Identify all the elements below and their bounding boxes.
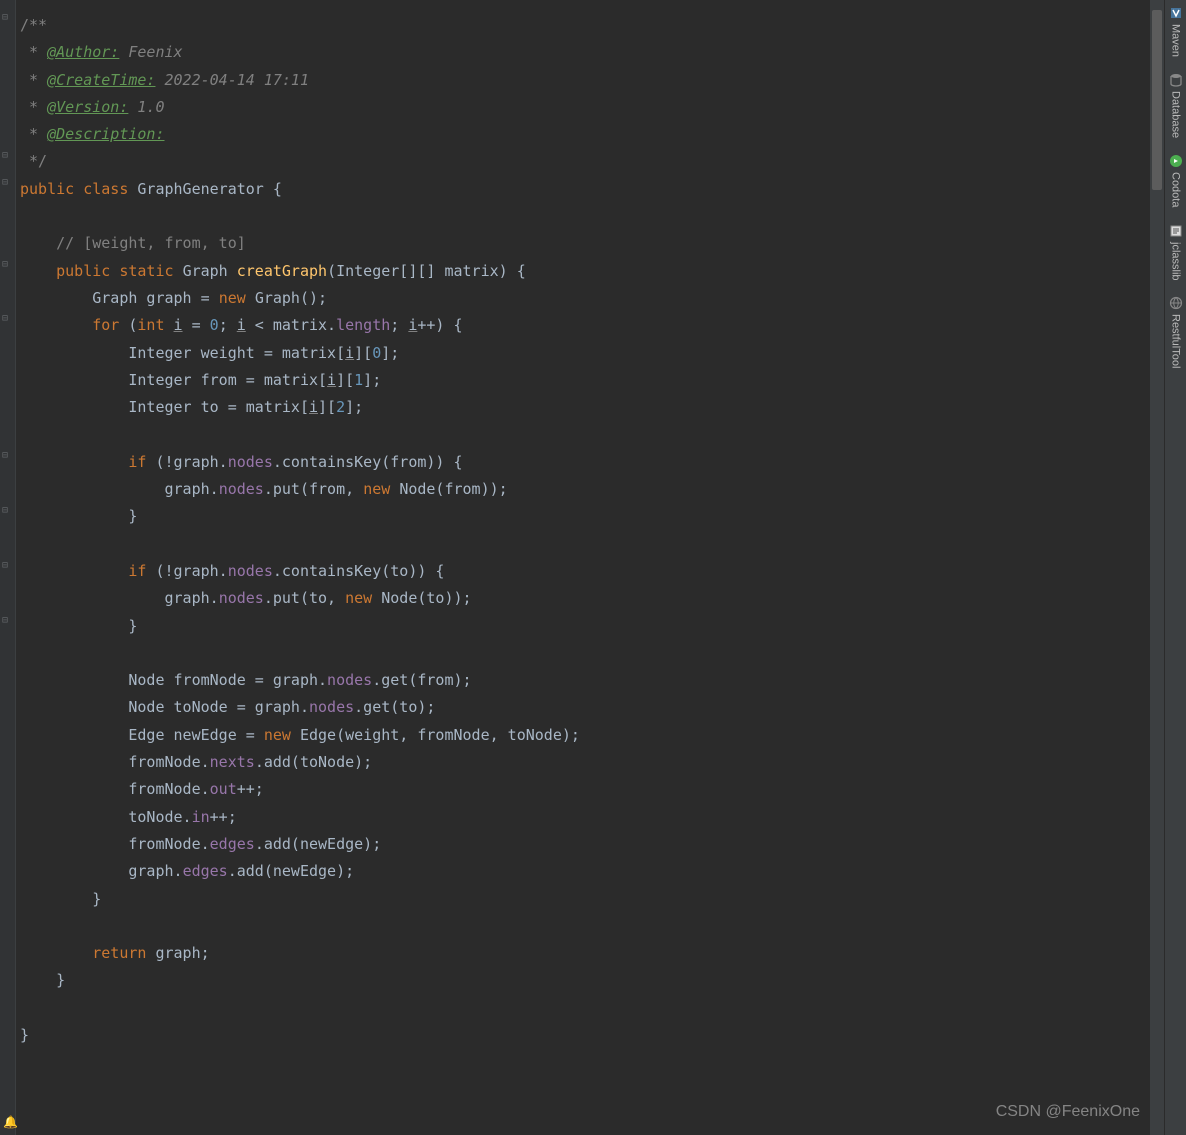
tool-jclasslib[interactable]: jclasslib bbox=[1169, 224, 1183, 281]
fold-mark-icon[interactable]: ⊟ bbox=[2, 505, 12, 513]
javadoc-createtime-tag: @CreateTime: bbox=[47, 71, 155, 89]
code-content: /** * @Author: Feenix * @CreateTime: 202… bbox=[20, 12, 1146, 1049]
notifications-icon[interactable]: 🔔 bbox=[3, 1115, 18, 1129]
globe-icon bbox=[1169, 296, 1183, 310]
fold-mark-icon[interactable]: ⊟ bbox=[2, 560, 12, 568]
javadoc-createtime-value: 2022-04-14 17:11 bbox=[155, 71, 309, 89]
javadoc-description-tag: @Description: bbox=[47, 125, 164, 143]
keyword-public: public bbox=[20, 180, 83, 198]
javadoc-version-value: 1.0 bbox=[128, 98, 164, 116]
fold-mark-icon[interactable]: ⊟ bbox=[2, 259, 12, 267]
tool-codota[interactable]: Codota bbox=[1169, 154, 1183, 207]
fold-mark-icon[interactable]: ⊟ bbox=[2, 450, 12, 458]
right-tool-panel: Maven Database Codota jclasslib RestfulT… bbox=[1164, 0, 1186, 1135]
scrollbar-thumb[interactable] bbox=[1152, 10, 1162, 190]
tool-restful[interactable]: RestfulTool bbox=[1169, 296, 1183, 368]
code-editor[interactable]: /** * @Author: Feenix * @CreateTime: 202… bbox=[16, 0, 1150, 1135]
javadoc-close: */ bbox=[20, 152, 47, 170]
vertical-scrollbar[interactable] bbox=[1150, 0, 1164, 1135]
fold-mark-icon[interactable]: ⊟ bbox=[2, 12, 12, 20]
keyword-class: class bbox=[83, 180, 137, 198]
fold-mark-icon[interactable]: ⊟ bbox=[2, 177, 12, 185]
jclasslib-icon bbox=[1169, 224, 1183, 238]
class-name: GraphGenerator bbox=[137, 180, 272, 198]
maven-icon bbox=[1169, 6, 1183, 20]
javadoc-open: /** bbox=[20, 16, 47, 34]
method-name: creatGraph bbox=[237, 262, 327, 280]
codota-icon bbox=[1169, 154, 1183, 168]
javadoc-version-tag: @Version: bbox=[47, 98, 128, 116]
javadoc-author-tag: @Author: bbox=[47, 43, 119, 61]
javadoc-author-value: Feenix bbox=[119, 43, 182, 61]
comment-line: // [weight, from, to] bbox=[20, 234, 246, 252]
tool-database[interactable]: Database bbox=[1169, 73, 1183, 138]
fold-mark-icon[interactable]: ⊟ bbox=[2, 313, 12, 321]
database-icon bbox=[1169, 73, 1183, 87]
fold-mark-icon[interactable]: ⊟ bbox=[2, 150, 12, 158]
tool-maven[interactable]: Maven bbox=[1169, 6, 1183, 57]
editor-gutter: ⊟ ⊟ ⊟ ⊟ ⊟ ⊟ ⊟ ⊟ ⊟ bbox=[0, 0, 16, 1135]
watermark-text: CSDN @FeenixOne bbox=[996, 1098, 1140, 1125]
fold-mark-icon[interactable]: ⊟ bbox=[2, 615, 12, 623]
